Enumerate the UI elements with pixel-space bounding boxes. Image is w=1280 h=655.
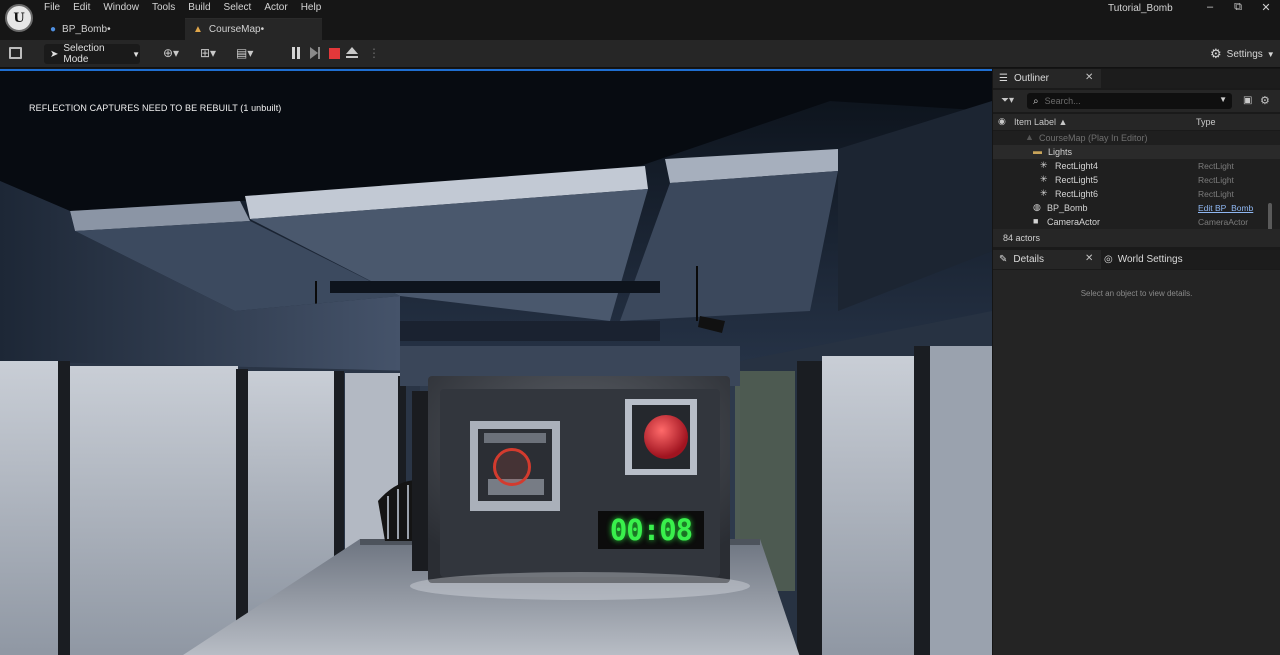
blueprint-menu-icon[interactable]: ⊞▾ (200, 46, 216, 60)
list-item[interactable]: ◍ BP_Bomb Edit BP_Bomb (993, 201, 1280, 215)
bomb-timer-display: 00:08 (598, 511, 704, 549)
document-tabs: ● BP_Bomb• ▲ CourseMap• (0, 18, 1280, 40)
right-side-panel: ☰ Outliner ✕ ⏷▾ ⌕ Search... ▼ ▣ ⚙ ◉ Item… (993, 69, 1280, 655)
title-bar: U File Edit Window Tools Build Select Ac… (0, 0, 1280, 32)
minimize-button[interactable]: – (1200, 1, 1220, 13)
actor-count: 84 actors (993, 229, 1280, 247)
menu-build[interactable]: Build (188, 2, 210, 13)
list-item[interactable]: ✳ RectLight5 RectLight (993, 173, 1280, 187)
selection-mode-dropdown[interactable]: ➤ Selection Mode ▼ (44, 43, 140, 65)
outliner-scrollbar[interactable] (1268, 203, 1272, 231)
light-icon: ✳ (1040, 160, 1048, 170)
level-viewport[interactable]: REFLECTION CAPTURES NEED TO BE REBUILT (… (0, 69, 992, 655)
list-item[interactable]: ✳ RectLight4 RectLight (993, 159, 1280, 173)
level-toolbar: ➤ Selection Mode ▼ ⊕▾ ⊞▾ ▤▾ ⋮ ⚙ Settings… (0, 40, 1280, 68)
main-menu: File Edit Window Tools Build Select Acto… (44, 2, 334, 13)
filter-icon[interactable]: ⏷▾ (1001, 95, 1014, 106)
cinematics-icon[interactable]: ▤▾ (236, 46, 253, 60)
close-details-icon[interactable]: ✕ (1085, 253, 1093, 264)
outliner-search-input[interactable]: ⌕ Search... ▼ (1027, 93, 1232, 109)
search-icon: ⌕ (1033, 95, 1039, 107)
close-window-button[interactable]: ✕ (1256, 1, 1276, 14)
menu-actor[interactable]: Actor (264, 2, 287, 13)
unreal-logo-icon[interactable]: U (5, 4, 33, 32)
menu-help[interactable]: Help (301, 2, 322, 13)
eject-button[interactable] (346, 47, 358, 60)
project-name: Tutorial_Bomb (1108, 3, 1173, 14)
chevron-down-icon: ▼ (1219, 95, 1227, 104)
level-icon: ▲ (193, 24, 203, 35)
settings-button[interactable]: ⚙ Settings ▼ (1210, 46, 1275, 62)
viewport-warning: REFLECTION CAPTURES NEED TO BE REBUILT (… (29, 103, 282, 113)
visibility-icon[interactable]: ◉ (998, 116, 1006, 127)
outliner-tree: ▲ CourseMap (Play In Editor) ▬ Lights ✳ … (993, 131, 1280, 231)
add-actor-icon[interactable]: ⊕▾ (163, 46, 179, 60)
save-icon[interactable] (9, 47, 22, 59)
list-item[interactable]: ▬ Lights (993, 145, 1280, 159)
pencil-icon: ✎ (999, 254, 1008, 265)
tab-bp-bomb[interactable]: ● BP_Bomb• (42, 18, 182, 40)
close-outliner-icon[interactable]: ✕ (1085, 72, 1093, 83)
camera-icon: ■ (1033, 216, 1039, 226)
stop-button[interactable] (328, 47, 340, 60)
actor-icon: ◍ (1033, 202, 1041, 212)
menu-tools[interactable]: Tools (152, 2, 175, 13)
details-header: ✎ Details ✕ ◎ World Settings (993, 250, 1280, 269)
menu-select[interactable]: Select (224, 2, 252, 13)
chevron-down-icon: ▼ (132, 49, 140, 59)
column-item-label[interactable]: Item Label ▲ (1014, 117, 1067, 127)
outliner-icon: ☰ (999, 73, 1008, 84)
details-empty-message: Select an object to view details. (1080, 289, 1193, 298)
add-folder-icon[interactable]: ▣ (1243, 95, 1252, 106)
light-icon: ✳ (1040, 174, 1048, 184)
click-indicator (493, 448, 531, 486)
tab-world-settings[interactable]: ◎ World Settings (1104, 250, 1183, 269)
column-type[interactable]: Type (1196, 117, 1216, 127)
skip-frame-button[interactable] (309, 47, 321, 60)
restore-button[interactable]: ⧉ (1228, 1, 1248, 14)
scene-render (0, 71, 992, 655)
details-panel: Select an object to view details. (993, 270, 1280, 655)
chevron-down-icon: ▼ (1266, 49, 1275, 59)
list-item[interactable]: ■ CameraActor CameraActor (993, 215, 1280, 229)
light-icon: ✳ (1040, 188, 1048, 198)
level-icon: ▲ (1025, 132, 1034, 142)
gear-icon[interactable]: ⚙ (1260, 94, 1270, 107)
outliner-header: ☰ Outliner ✕ (993, 69, 1280, 88)
menu-file[interactable]: File (44, 2, 60, 13)
more-options-icon[interactable]: ⋮ (368, 46, 380, 60)
list-item[interactable]: ▲ CourseMap (Play In Editor) (993, 131, 1280, 145)
blueprint-icon: ● (50, 23, 57, 35)
outliner-column-headers: ◉ Item Label ▲ Type (993, 114, 1280, 130)
gear-icon: ⚙ (1210, 46, 1222, 61)
edit-bp-bomb-link[interactable]: Edit BP_Bomb (1198, 203, 1253, 213)
outliner-search-row: ⏷▾ ⌕ Search... ▼ ▣ ⚙ (993, 90, 1280, 112)
pause-button[interactable] (290, 47, 302, 60)
menu-edit[interactable]: Edit (73, 2, 90, 13)
tab-coursemap[interactable]: ▲ CourseMap• (185, 18, 322, 40)
folder-icon: ▬ (1033, 146, 1042, 156)
list-item[interactable]: ✳ RectLight6 RectLight (993, 187, 1280, 201)
menu-window[interactable]: Window (103, 2, 139, 13)
cursor-icon: ➤ (50, 48, 59, 60)
globe-icon: ◎ (1104, 254, 1113, 265)
